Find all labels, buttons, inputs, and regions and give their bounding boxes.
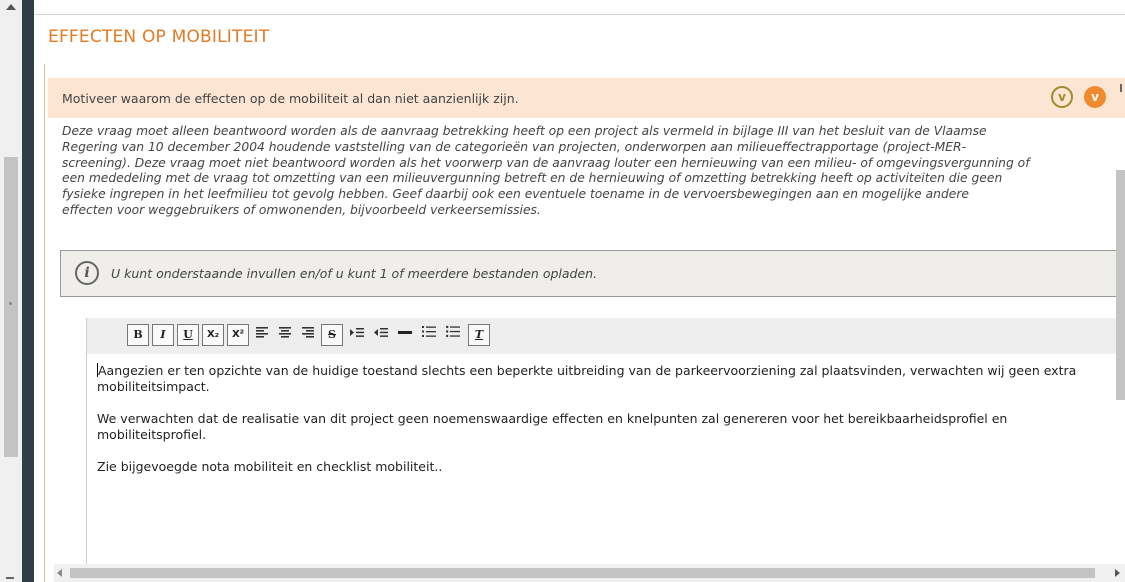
bullet-list-icon [446,325,460,338]
horizontal-scrollbar[interactable] [54,564,1125,582]
align-left-icon [256,327,268,338]
main-content: EFFECTEN OP MOBILITEIT Motiveer waarom d… [34,0,1125,582]
panel-divider [22,0,34,582]
strikethrough-button[interactable]: S [321,324,343,346]
outdent-icon [374,328,388,337]
align-right-button[interactable] [297,324,319,346]
outdent-button[interactable] [370,324,392,346]
editor-paragraph: We verwachten dat de realisatie van dit … [97,411,1008,442]
bold-button[interactable]: B [127,324,149,346]
editor-paragraph: Zie bijgevoegde nota mobiliteit en check… [97,459,443,474]
horizontal-rule-icon [398,331,412,334]
numbered-list-button[interactable] [418,324,440,346]
numbered-list-icon [422,326,436,337]
bullet-list-button[interactable] [442,324,464,346]
info-box: i U kunt onderstaande invullen en/of u k… [60,250,1125,297]
scroll-up-arrow-icon[interactable] [6,4,16,10]
question-text: Motiveer waarom de effecten op de mobili… [62,91,519,106]
toggle-circle-chevron-icon[interactable]: v [1051,86,1073,108]
question-header[interactable]: Motiveer waarom de effecten op de mobili… [48,78,1125,118]
horizontal-scrollbar-thumb[interactable] [70,568,1095,578]
rich-text-editor[interactable]: B I U X₂ X² S T Aangezien er ten opzicht… [86,318,1125,582]
horizontal-rule-button[interactable] [394,324,416,346]
editor-paragraph: Aangezien er ten opzichte van de huidige… [97,363,1107,395]
explanation-line: Regering van 10 december 2004 houdende v… [62,139,967,154]
right-scrollbar-thumb[interactable] [1116,170,1125,400]
explanation-line: screening). Deze vraag moet niet beantwo… [62,155,1030,170]
left-scrollbar[interactable] [0,0,23,582]
scroll-left-arrow-icon[interactable] [57,569,62,577]
explanation-line: een mededeling met de vraag tot omzettin… [62,171,1003,186]
align-left-button[interactable] [251,324,273,346]
section-title: EFFECTEN OP MOBILITEIT [48,27,270,47]
remove-format-button[interactable]: T [468,324,490,346]
explanation-line: fysieke ingrepen in het leefmilieu tot g… [62,187,969,202]
editor-paragraph-text: Aangezien er ten opzichte van de huidige… [97,363,1077,394]
splitter-grip-icon[interactable] [9,302,12,305]
right-scroll-marker [1120,84,1122,92]
align-right-icon [302,327,314,338]
align-center-icon [279,327,291,338]
italic-button[interactable]: I [152,324,174,346]
superscript-button[interactable]: X² [227,324,249,346]
collapse-chevron-icon[interactable]: v [1084,86,1106,108]
editor-toolbar: B I U X₂ X² S T [87,318,1125,354]
underline-button[interactable]: U [177,324,199,346]
info-text: U kunt onderstaande invullen en/of u kun… [111,266,598,281]
align-center-button[interactable] [274,324,296,346]
editor-content[interactable]: Aangezien er ten opzichte van de huidige… [97,363,1107,491]
explanation-line: Deze vraag moet alleen beantwoord worden… [62,124,987,138]
explanation-line: effecten voor weggebruikers of omwonende… [62,202,541,217]
scroll-right-arrow-icon[interactable] [1115,569,1120,577]
scroll-down-arrow-icon[interactable] [6,577,14,579]
indent-button[interactable] [346,324,368,346]
subscript-button[interactable]: X₂ [202,324,224,346]
top-divider [34,14,1125,15]
question-explanation: Deze vraag moet alleen beantwoord worden… [62,124,1125,219]
info-icon: i [75,261,99,285]
left-scrollbar-thumb[interactable] [4,157,18,457]
indent-icon [350,328,364,337]
